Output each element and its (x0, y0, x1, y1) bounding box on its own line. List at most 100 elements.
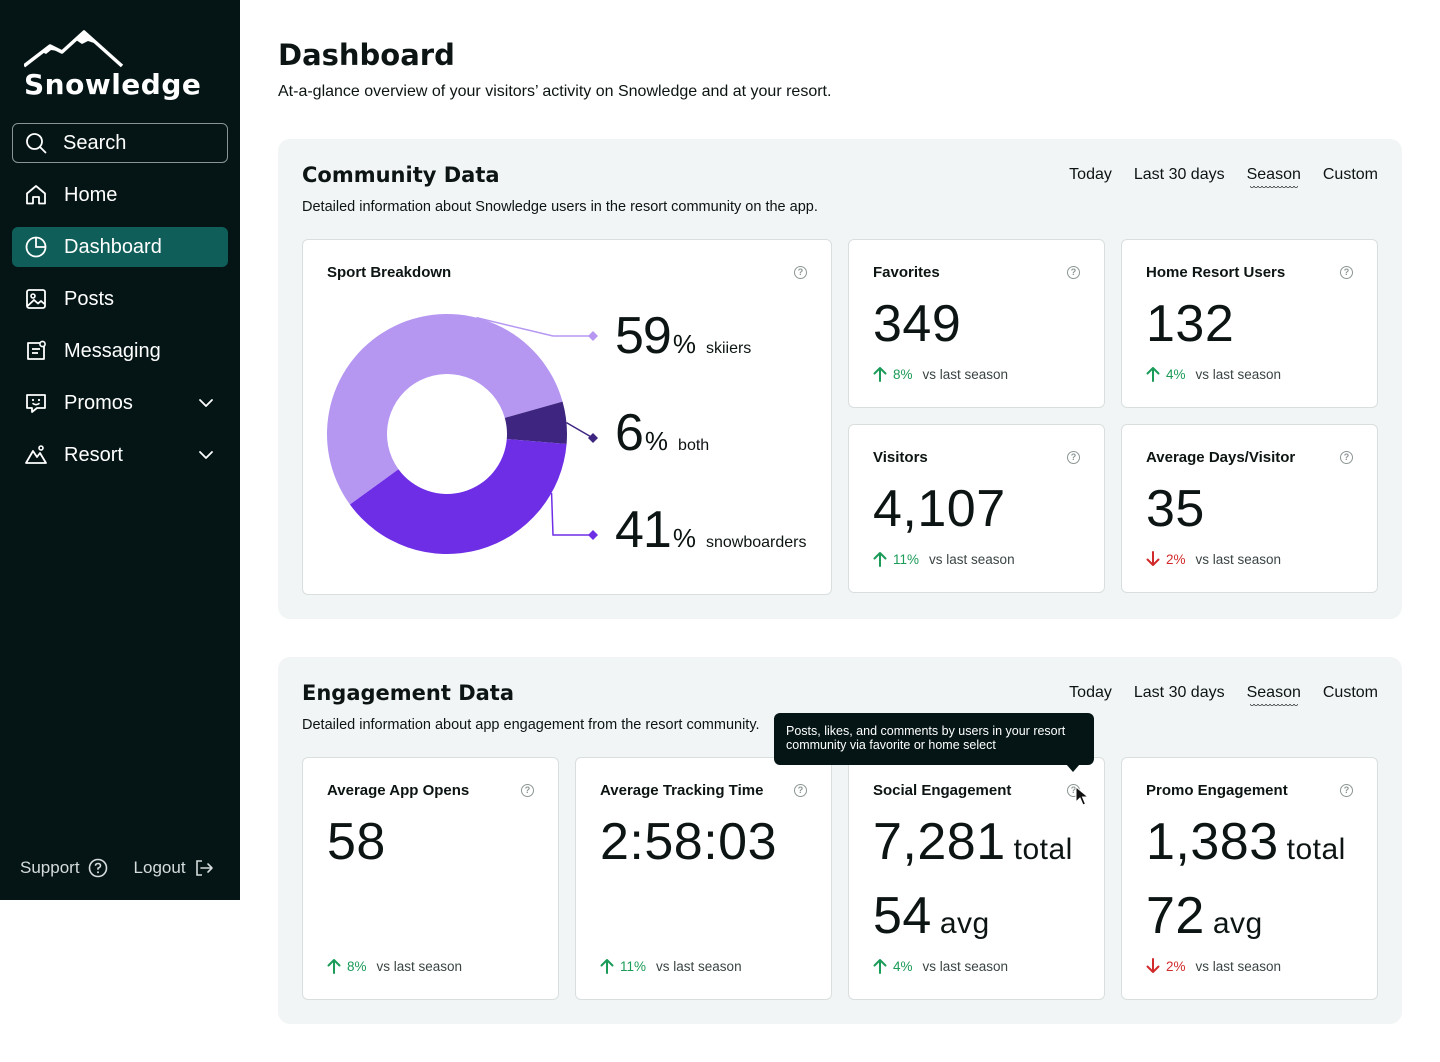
time-range-selector: Today Last 30 days Season Custom (1069, 166, 1378, 190)
help-circle-icon (88, 858, 107, 878)
total-unit: total (1286, 833, 1346, 866)
range-season[interactable]: Season (1247, 684, 1301, 708)
panel-subtitle: Detailed information about app engagemen… (302, 717, 760, 733)
leader-line-snowboarders (550, 492, 593, 536)
metric-delta: 11% vs last season (600, 958, 742, 974)
brand-logo[interactable]: Snowledge (24, 30, 201, 102)
metric-delta: 8% vs last season (873, 366, 1008, 382)
snowboarders-value: 41 (615, 501, 672, 559)
range-today[interactable]: Today (1069, 684, 1112, 702)
sidebar: Snowledge Home Dashboard (0, 0, 240, 900)
help-icon[interactable]: ? (521, 784, 534, 797)
sidebar-item-resort[interactable]: Resort (12, 435, 228, 475)
panel-subtitle: Detailed information about Snowledge use… (302, 199, 818, 215)
delta-percent: 2% (1166, 551, 1186, 567)
sidebar-item-dashboard[interactable]: Dashboard (12, 227, 228, 267)
range-custom[interactable]: Custom (1323, 684, 1378, 702)
arrow-up-icon (873, 959, 887, 974)
chevron-down-icon[interactable] (198, 395, 214, 411)
metric-total: 7,281 total (873, 812, 1073, 872)
help-icon[interactable]: ? (1067, 451, 1080, 464)
logout-label: Logout (133, 858, 186, 877)
card-title: Average Days/Visitor (1146, 449, 1296, 466)
percent-sign: % (644, 426, 669, 456)
metric-value: 2:58:03 (600, 813, 777, 871)
both-name: both (678, 437, 710, 454)
chevron-down-icon[interactable] (198, 447, 214, 463)
skiiers-name: skiiers (705, 340, 752, 357)
search-input[interactable] (63, 131, 203, 155)
delta-label: vs last season (1195, 551, 1282, 567)
metric-total: 1,383 total (1146, 812, 1346, 872)
arrow-up-icon (327, 959, 341, 974)
panel-title: Engagement Data (302, 681, 515, 705)
percent-sign: % (672, 329, 696, 359)
delta-label: vs last season (922, 366, 1009, 382)
card-title: Average Tracking Time (600, 782, 764, 799)
card-title: Favorites (873, 264, 940, 281)
card-title: Average App Opens (327, 782, 470, 799)
metric-delta: 2% vs last season (1146, 958, 1281, 974)
delta-label: vs last season (376, 958, 463, 974)
sport-breakdown-card: Sport Breakdown ? 59 % skiiers 6 % both … (302, 239, 832, 595)
leader-marker-both (588, 433, 598, 443)
message-icon (27, 340, 46, 360)
help-icon[interactable]: ? (1340, 266, 1353, 279)
card-title: Visitors (873, 449, 928, 466)
sidebar-item-label: Promos (64, 391, 133, 414)
sidebar-item-home[interactable]: Home (12, 175, 228, 215)
arrow-down-icon (1146, 551, 1160, 566)
sidebar-item-messaging[interactable]: Messaging (12, 331, 228, 371)
delta-label: vs last season (929, 551, 1015, 567)
search-box[interactable] (12, 123, 228, 163)
arrow-up-icon (600, 959, 614, 974)
delta-percent: 4% (1166, 366, 1186, 382)
delta-percent: 8% (347, 958, 367, 974)
page-title: Dashboard (278, 38, 455, 72)
sidebar-item-promos[interactable]: Promos (12, 383, 228, 423)
sidebar-item-label: Dashboard (64, 235, 162, 258)
total-value: 1,383 (1146, 813, 1279, 871)
avg-unit: avg (939, 907, 990, 940)
support-link[interactable]: Support (20, 858, 108, 878)
social-engagement-card: Social Engagement ? 7,281 total 54 avg 4% … (848, 757, 1105, 1000)
metric-average: 72 avg (1146, 886, 1263, 946)
search-icon (26, 133, 47, 154)
range-last-30-days[interactable]: Last 30 days (1134, 684, 1225, 702)
help-icon[interactable]: ? (1340, 784, 1353, 797)
range-last-30-days[interactable]: Last 30 days (1134, 166, 1225, 184)
avg-value: 72 (1146, 887, 1205, 945)
skiiers-label: 59 % skiiers (615, 306, 751, 366)
percent-sign: % (672, 523, 696, 553)
avg-value: 54 (873, 887, 932, 945)
delta-label: vs last season (922, 958, 1009, 974)
metric-delta: 4% vs last season (873, 958, 1008, 974)
logout-link[interactable]: Logout (134, 858, 214, 878)
range-today[interactable]: Today (1069, 166, 1112, 184)
leader-marker-skiiers (588, 331, 598, 341)
delta-label: vs last season (1195, 958, 1282, 974)
range-custom[interactable]: Custom (1323, 166, 1378, 184)
mountain-icon (25, 445, 47, 464)
time-range-selector: Today Last 30 days Season Custom (1069, 684, 1378, 708)
help-icon[interactable]: ? (1067, 266, 1080, 279)
average-tracking-time-card: Average Tracking Time ? 2:58:03 11% vs l… (575, 757, 832, 1000)
sidebar-nav: Home Dashboard Posts Messaging Promos Re… (12, 175, 228, 487)
mouse-cursor-icon (1075, 786, 1089, 806)
range-season[interactable]: Season (1247, 166, 1301, 190)
sidebar-item-label: Home (64, 183, 118, 206)
sidebar-item-label: Resort (64, 443, 123, 466)
sidebar-item-posts[interactable]: Posts (12, 279, 228, 319)
metric-value: 132 (1146, 295, 1235, 353)
sidebar-item-label: Messaging (64, 339, 161, 362)
metric-value: 58 (327, 813, 386, 871)
snowboarders-name: snowboarders (705, 534, 807, 551)
help-icon[interactable]: ? (1340, 451, 1353, 464)
card-title: Social Engagement (873, 782, 1012, 799)
card-title: Home Resort Users (1146, 264, 1286, 281)
metric-delta: 11% vs last season (873, 551, 1015, 567)
image-icon (26, 289, 46, 309)
sidebar-item-label: Posts (64, 287, 115, 310)
help-icon[interactable]: ? (794, 784, 807, 797)
leader-line-both (566, 421, 594, 439)
